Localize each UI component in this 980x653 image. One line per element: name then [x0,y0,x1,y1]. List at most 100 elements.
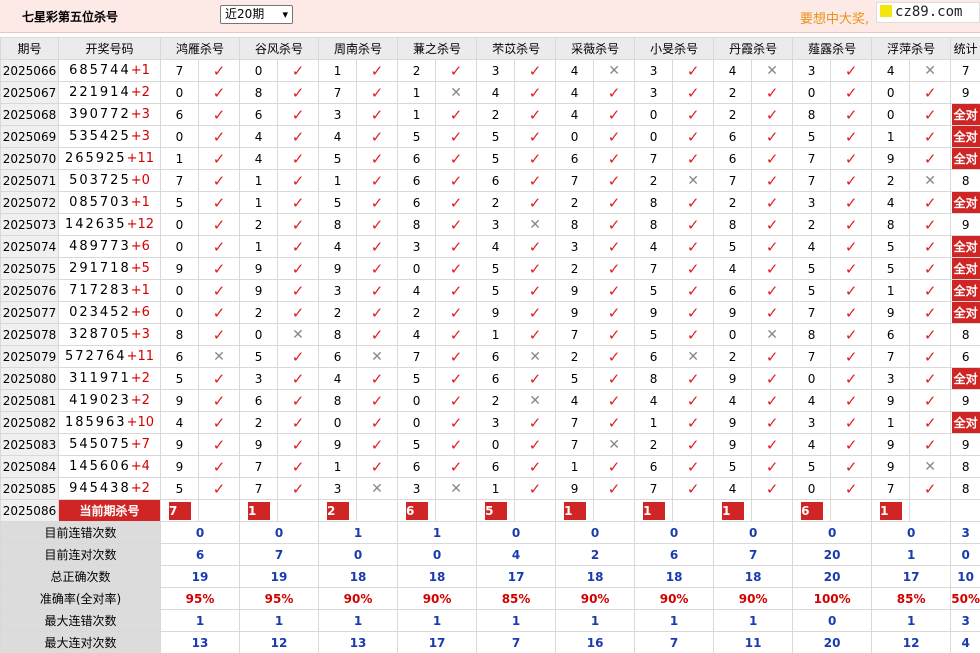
check-icon: ✓ [672,389,715,412]
issue-cell: 2025066 [0,59,59,82]
check-icon: ✓ [909,477,952,500]
kill-number: 7 [555,433,595,456]
check-icon: ✓ [514,81,557,104]
header-draw: 开奖号码 [58,37,161,60]
kill-number: 1 [476,477,516,500]
kill-number: 4 [555,59,595,82]
header-expert: 芣苡杀号 [476,37,557,60]
check-icon: ✓ [435,455,478,478]
check-icon: ✓ [277,345,320,368]
stat-cell: 8 [950,169,980,192]
check-icon: ✓ [277,235,320,258]
check-icon: ✓ [672,59,715,82]
stats-value: 11 [713,631,794,653]
stat-cell: 全对 [950,279,980,302]
current-empty [435,499,478,522]
stats-value: 0 [239,521,320,544]
check-icon: ✓ [672,301,715,324]
kill-number: 6 [476,455,516,478]
check-icon: ✓ [830,103,873,126]
kill-number: 4 [476,81,516,104]
kill-number: 8 [634,213,674,236]
kill-number: 0 [397,257,437,280]
current-empty [672,499,715,522]
check-icon: ✓ [830,235,873,258]
kill-number: 5 [871,235,911,258]
kill-number: 1 [239,169,279,192]
check-icon: ✓ [830,433,873,456]
check-icon: ✓ [356,191,399,214]
kill-number: 7 [792,169,832,192]
table-row: 2025070 265925+11 1 ✓ 4 ✓ 5 ✓ 6 ✓ 5 ✓ 6 ✓ 7 ✓ 6 ✓ 7 ✓ 9 ✓ 全对 [0,147,980,170]
kill-number: 4 [476,235,516,258]
kill-number: 0 [239,59,279,82]
issue-cell: 2025077 [0,301,59,324]
check-icon: ✓ [277,147,320,170]
stats-value: 0 [792,609,873,632]
kill-number: 0 [160,125,199,148]
stats-value: 18 [397,565,478,588]
current-stat-empty [950,499,980,522]
current-kill-row: 2025086 当前期杀号 7 1 2 6 5 1 1 1 6 1 [0,499,980,522]
stats-value: 0 [397,543,478,566]
kill-number: 5 [160,191,199,214]
cross-icon: ✕ [514,389,557,412]
stats-value: 7 [239,543,320,566]
check-icon: ✓ [435,169,478,192]
stats-value: 19 [239,565,320,588]
all-correct-badge: 全对 [951,126,980,147]
current-kill-number: 6 [406,501,429,520]
kill-number: 0 [555,125,595,148]
draw-cell: 142635+12 [58,213,161,236]
cross-icon: ✕ [909,59,952,82]
stats-value: 13 [159,631,241,653]
kill-number: 4 [792,389,832,412]
check-icon: ✓ [751,411,794,434]
stats-value: 12 [239,631,320,653]
brand-logo[interactable]: cz89.com [876,2,980,23]
cross-icon: ✕ [514,345,557,368]
table-row: 2025071 503725+0 7 ✓ 1 ✓ 1 ✓ 6 ✓ 6 ✓ 7 ✓ 2 ✕ 7 ✓ 7 ✓ 2 ✕ 8 [0,169,980,192]
stats-value: 20 [792,543,873,566]
issue-cell: 2025082 [0,411,59,434]
kill-number: 3 [634,81,674,104]
check-icon: ✓ [909,433,952,456]
check-icon: ✓ [830,477,873,500]
stats-value: 90% [318,587,399,610]
kill-number: 6 [476,345,516,368]
kill-number: 2 [555,191,595,214]
check-icon: ✓ [593,257,636,280]
issue-cell: 2025076 [0,279,59,302]
kill-number: 7 [239,455,279,478]
check-icon: ✓ [277,477,320,500]
kill-number: 4 [634,235,674,258]
page-title: 七星彩第五位杀号 [22,10,119,24]
kill-number: 9 [871,455,911,478]
check-icon: ✓ [277,279,320,302]
period-select[interactable]: 近20期 ▾ [220,5,293,24]
stats-total: 10 [950,565,980,588]
kill-number: 7 [160,169,199,192]
kill-number: 5 [634,279,674,302]
current-kill-number: 1 [880,501,903,520]
table-row: 2025082 185963+10 4 ✓ 2 ✓ 0 ✓ 0 ✓ 3 ✓ 7 ✓ 1 ✓ 9 ✓ 3 ✓ 1 ✓ 全对 [0,411,980,434]
kill-number: 5 [239,345,279,368]
kill-number: 2 [555,257,595,280]
ad-text[interactable]: 要想中大奖, [800,8,869,27]
kill-number: 5 [160,367,199,390]
check-icon: ✓ [356,169,399,192]
check-icon: ✓ [672,477,715,500]
kill-number: 8 [239,81,279,104]
stats-row: 最大连对次数 13 12 13 17 7 16 7 11 20 12 4 [0,631,980,653]
kill-number: 4 [239,125,279,148]
kill-number: 4 [555,389,595,412]
current-empty [356,499,399,522]
kill-number: 0 [476,433,516,456]
draw-digits: 390772 [69,107,131,122]
kill-number: 9 [713,301,753,324]
stats-value: 6 [159,543,241,566]
check-icon: ✓ [197,455,241,478]
issue-cell: 2025083 [0,433,59,456]
check-icon: ✓ [435,213,478,236]
kill-number: 9 [239,433,279,456]
